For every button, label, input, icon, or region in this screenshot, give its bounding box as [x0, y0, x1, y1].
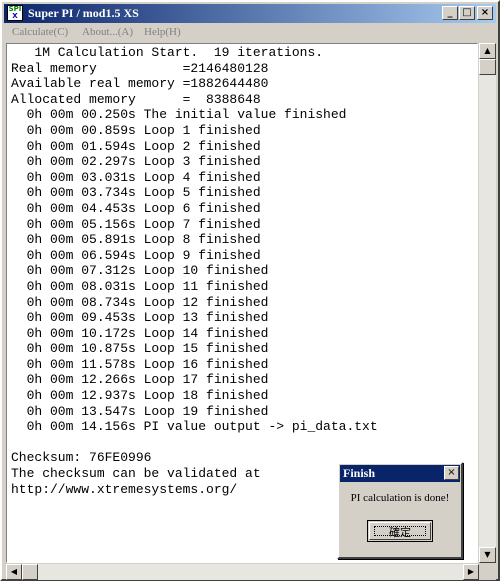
- menu-help[interactable]: Help(H): [144, 26, 181, 38]
- finish-dialog: Finish × PI calculation is done! 確定: [337, 462, 463, 559]
- log-line: Allocated memory = 8388648: [11, 91, 261, 107]
- log-line: 0h 00m 01.594s Loop 2 finished: [11, 138, 261, 154]
- ok-button-label: 確定: [374, 526, 426, 539]
- log-line: 0h 00m 05.891s Loop 8 finished: [11, 232, 261, 248]
- log-line: 0h 00m 00.859s Loop 1 finished: [11, 122, 261, 138]
- log-line: 0h 00m 12.937s Loop 18 finished: [11, 388, 269, 404]
- close-button[interactable]: ×: [477, 6, 493, 20]
- horizontal-scroll-thumb[interactable]: [22, 564, 38, 580]
- calculation-log: 1M Calculation Start. 19 iterations. Real…: [7, 44, 477, 497]
- log-line: 0h 00m 03.031s Loop 4 finished: [11, 169, 261, 185]
- log-line: 0h 00m 02.297s Loop 3 finished: [11, 154, 261, 170]
- dialog-title-bar[interactable]: Finish ×: [340, 465, 460, 482]
- scroll-up-button[interactable]: ▲: [479, 43, 496, 59]
- log-line: Available real memory =1882644480: [11, 76, 269, 92]
- log-line: 0h 00m 08.734s Loop 12 finished: [11, 294, 269, 310]
- vertical-scroll-thumb[interactable]: [479, 59, 496, 75]
- log-line: 0h 00m 06.594s Loop 9 finished: [11, 247, 261, 263]
- minimize-button[interactable]: _: [442, 6, 458, 20]
- menu-bar: Calculate(C) About...(A) Help(H): [4, 24, 496, 42]
- log-line: 0h 00m 12.266s Loop 17 finished: [11, 372, 269, 388]
- title-bar[interactable]: SPI X Super PI / mod1.5 XS _ □ ×: [4, 4, 496, 23]
- log-line: 0h 00m 04.453s Loop 6 finished: [11, 200, 261, 216]
- main-window: SPI X Super PI / mod1.5 XS _ □ × Calcula…: [0, 0, 500, 581]
- vertical-scrollbar[interactable]: ▲ ▼: [479, 43, 496, 563]
- log-line: 0h 00m 03.734s Loop 5 finished: [11, 185, 261, 201]
- scroll-left-button[interactable]: ◀: [6, 564, 22, 580]
- size-grip: [479, 564, 496, 580]
- log-line: 0h 00m 10.172s Loop 14 finished: [11, 325, 269, 341]
- dialog-close-button[interactable]: ×: [444, 466, 459, 480]
- app-icon-bottom-text: X: [12, 12, 18, 20]
- log-line: 1M Calculation Start. 19 iterations.: [11, 45, 324, 60]
- ok-button-bevel: 確定: [369, 522, 431, 540]
- window-title: Super PI / mod1.5 XS: [28, 6, 139, 20]
- scroll-right-button[interactable]: ▶: [463, 564, 479, 580]
- log-line: 0h 00m 07.312s Loop 10 finished: [11, 263, 269, 279]
- menu-calculate[interactable]: Calculate(C): [12, 26, 68, 38]
- menu-about[interactable]: About...(A): [82, 26, 133, 38]
- log-line: Real memory =2146480128: [11, 60, 269, 76]
- log-line: 0h 00m 09.453s Loop 13 finished: [11, 310, 269, 326]
- log-line: 0h 00m 10.875s Loop 15 finished: [11, 341, 269, 357]
- log-line: 0h 00m 05.156s Loop 7 finished: [11, 216, 261, 232]
- log-line: 0h 00m 13.547s Loop 19 finished: [11, 403, 269, 419]
- log-line: 0h 00m 00.250s The initial value finishe…: [11, 107, 347, 123]
- log-line: 0h 00m 14.156s PI value output -> pi_dat…: [11, 419, 378, 435]
- ok-button[interactable]: 確定: [367, 520, 433, 542]
- app-icon[interactable]: SPI X: [7, 5, 23, 21]
- dialog-message: PI calculation is done!: [350, 492, 450, 504]
- log-line: 0h 00m 08.031s Loop 11 finished: [11, 278, 269, 294]
- log-line: 0h 00m 11.578s Loop 16 finished: [11, 356, 269, 372]
- dialog-title: Finish: [343, 466, 376, 480]
- horizontal-scrollbar[interactable]: ◀ ▶: [6, 564, 479, 580]
- maximize-button[interactable]: □: [459, 6, 475, 20]
- scroll-down-button[interactable]: ▼: [479, 547, 496, 563]
